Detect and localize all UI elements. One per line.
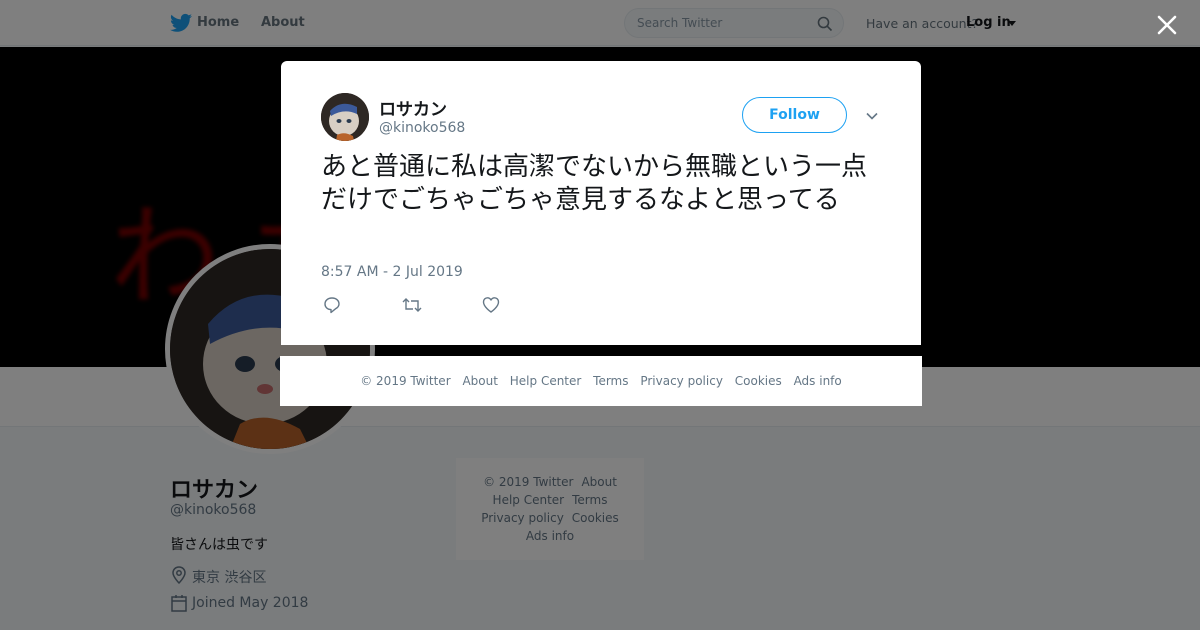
modal-footer-privacy-link[interactable]: Privacy policy — [640, 374, 723, 388]
modal-footer: © 2019 Twitter About Help Center Terms P… — [280, 356, 922, 406]
reply-icon[interactable] — [323, 296, 341, 314]
tweet-author-name[interactable]: ロサカン — [379, 95, 447, 120]
modal-footer-terms-link[interactable]: Terms — [593, 374, 628, 388]
modal-footer-copyright: © 2019 Twitter — [360, 374, 451, 388]
modal-footer-help-link[interactable]: Help Center — [510, 374, 582, 388]
tweet-avatar[interactable] — [321, 93, 369, 141]
modal-footer-about-link[interactable]: About — [462, 374, 497, 388]
tweet-modal: ロサカン @kinoko568 Follow あと普通に私は高潔でないから無職と… — [281, 61, 921, 345]
chevron-down-icon[interactable] — [865, 109, 879, 123]
tweet-text: あと普通に私は高潔でないから無職という一点だけでごちゃごちゃ意見するなよと思って… — [321, 152, 868, 215]
modal-footer-cookies-link[interactable]: Cookies — [735, 374, 782, 388]
follow-button[interactable]: Follow — [742, 97, 847, 133]
like-icon[interactable] — [482, 296, 500, 314]
tweet-timestamp[interactable]: 8:57 AM - 2 Jul 2019 — [321, 264, 463, 280]
retweet-icon[interactable] — [402, 296, 422, 314]
modal-footer-ads-link[interactable]: Ads info — [794, 374, 842, 388]
tweet-author-handle[interactable]: @kinoko568 — [379, 120, 465, 136]
close-icon[interactable] — [1154, 12, 1180, 38]
